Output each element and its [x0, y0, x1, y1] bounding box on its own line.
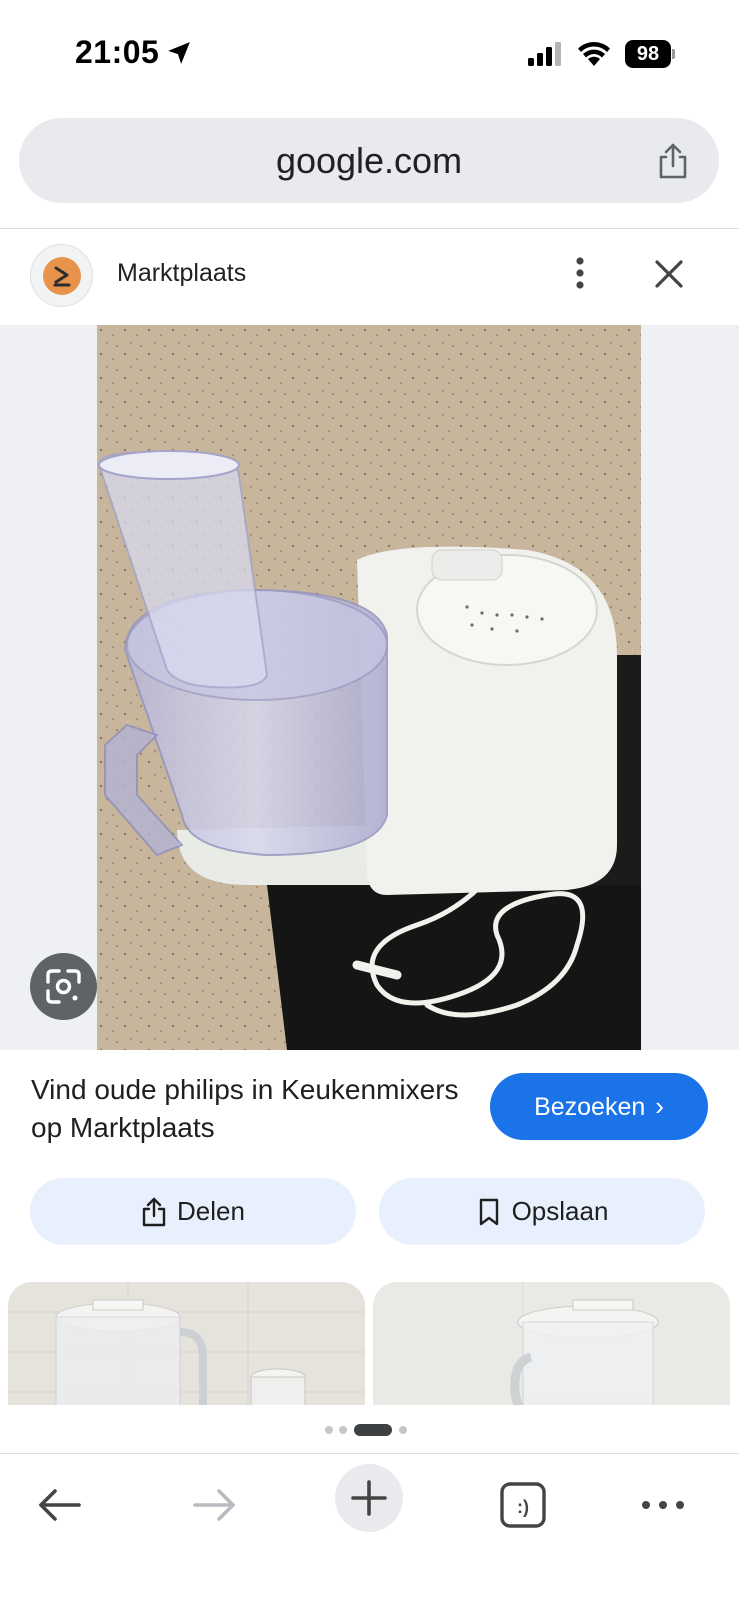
save-button[interactable]: Opslaan — [379, 1178, 705, 1245]
plus-icon — [351, 1480, 387, 1516]
battery-icon: 98 — [625, 40, 675, 68]
product-image[interactable] — [97, 325, 641, 1050]
status-time: 21:05 — [75, 34, 160, 70]
visit-button[interactable]: Bezoeken › — [490, 1073, 708, 1140]
status-bar: 21:05 98 — [0, 0, 739, 110]
share-icon[interactable] — [655, 142, 691, 180]
related-images — [0, 1282, 739, 1405]
browser-toolbar: :) — [0, 1454, 739, 1600]
wifi-icon — [578, 42, 610, 66]
battery-level: 98 — [625, 40, 671, 68]
source-name[interactable]: Marktplaats — [117, 259, 246, 288]
more-horiz-icon[interactable] — [634, 1476, 692, 1534]
location-arrow-icon — [168, 42, 190, 64]
address-bar[interactable]: google.com — [19, 118, 719, 203]
source-logo[interactable] — [30, 244, 93, 307]
svg-text::): :) — [517, 1497, 529, 1517]
page-dot — [399, 1426, 407, 1434]
forward-icon[interactable] — [185, 1476, 243, 1534]
source-header: Marktplaats — [0, 229, 739, 325]
new-tab-button[interactable] — [335, 1464, 403, 1532]
share-label: Delen — [177, 1196, 245, 1226]
chevron-right-icon: › — [655, 1091, 664, 1121]
page-dot-active — [354, 1424, 392, 1436]
signal-icon — [528, 42, 561, 66]
back-icon[interactable] — [31, 1476, 89, 1534]
food-processor-photo — [97, 325, 641, 1050]
related-image[interactable] — [8, 1282, 365, 1405]
share-button[interactable]: Delen — [30, 1178, 356, 1245]
result-title[interactable]: Vind oude philips in Keukenmixers op Mar… — [31, 1071, 471, 1147]
close-icon[interactable] — [652, 257, 686, 291]
lens-search-button[interactable] — [30, 953, 97, 1020]
related-image[interactable] — [373, 1282, 730, 1405]
page-dot — [339, 1426, 347, 1434]
bookmark-icon — [479, 1198, 498, 1225]
marktplaats-logo-icon — [53, 266, 71, 287]
image-viewer[interactable] — [0, 325, 739, 1050]
visit-button-label: Bezoeken — [534, 1093, 646, 1121]
carousel-indicator — [321, 1424, 421, 1436]
address-url[interactable]: google.com — [19, 118, 719, 203]
share-icon — [142, 1197, 166, 1226]
tabs-icon[interactable]: :) — [494, 1476, 552, 1534]
lens-icon — [46, 969, 81, 1004]
more-vert-icon[interactable] — [566, 253, 594, 293]
save-label: Opslaan — [511, 1196, 609, 1226]
page-dot — [325, 1426, 333, 1434]
